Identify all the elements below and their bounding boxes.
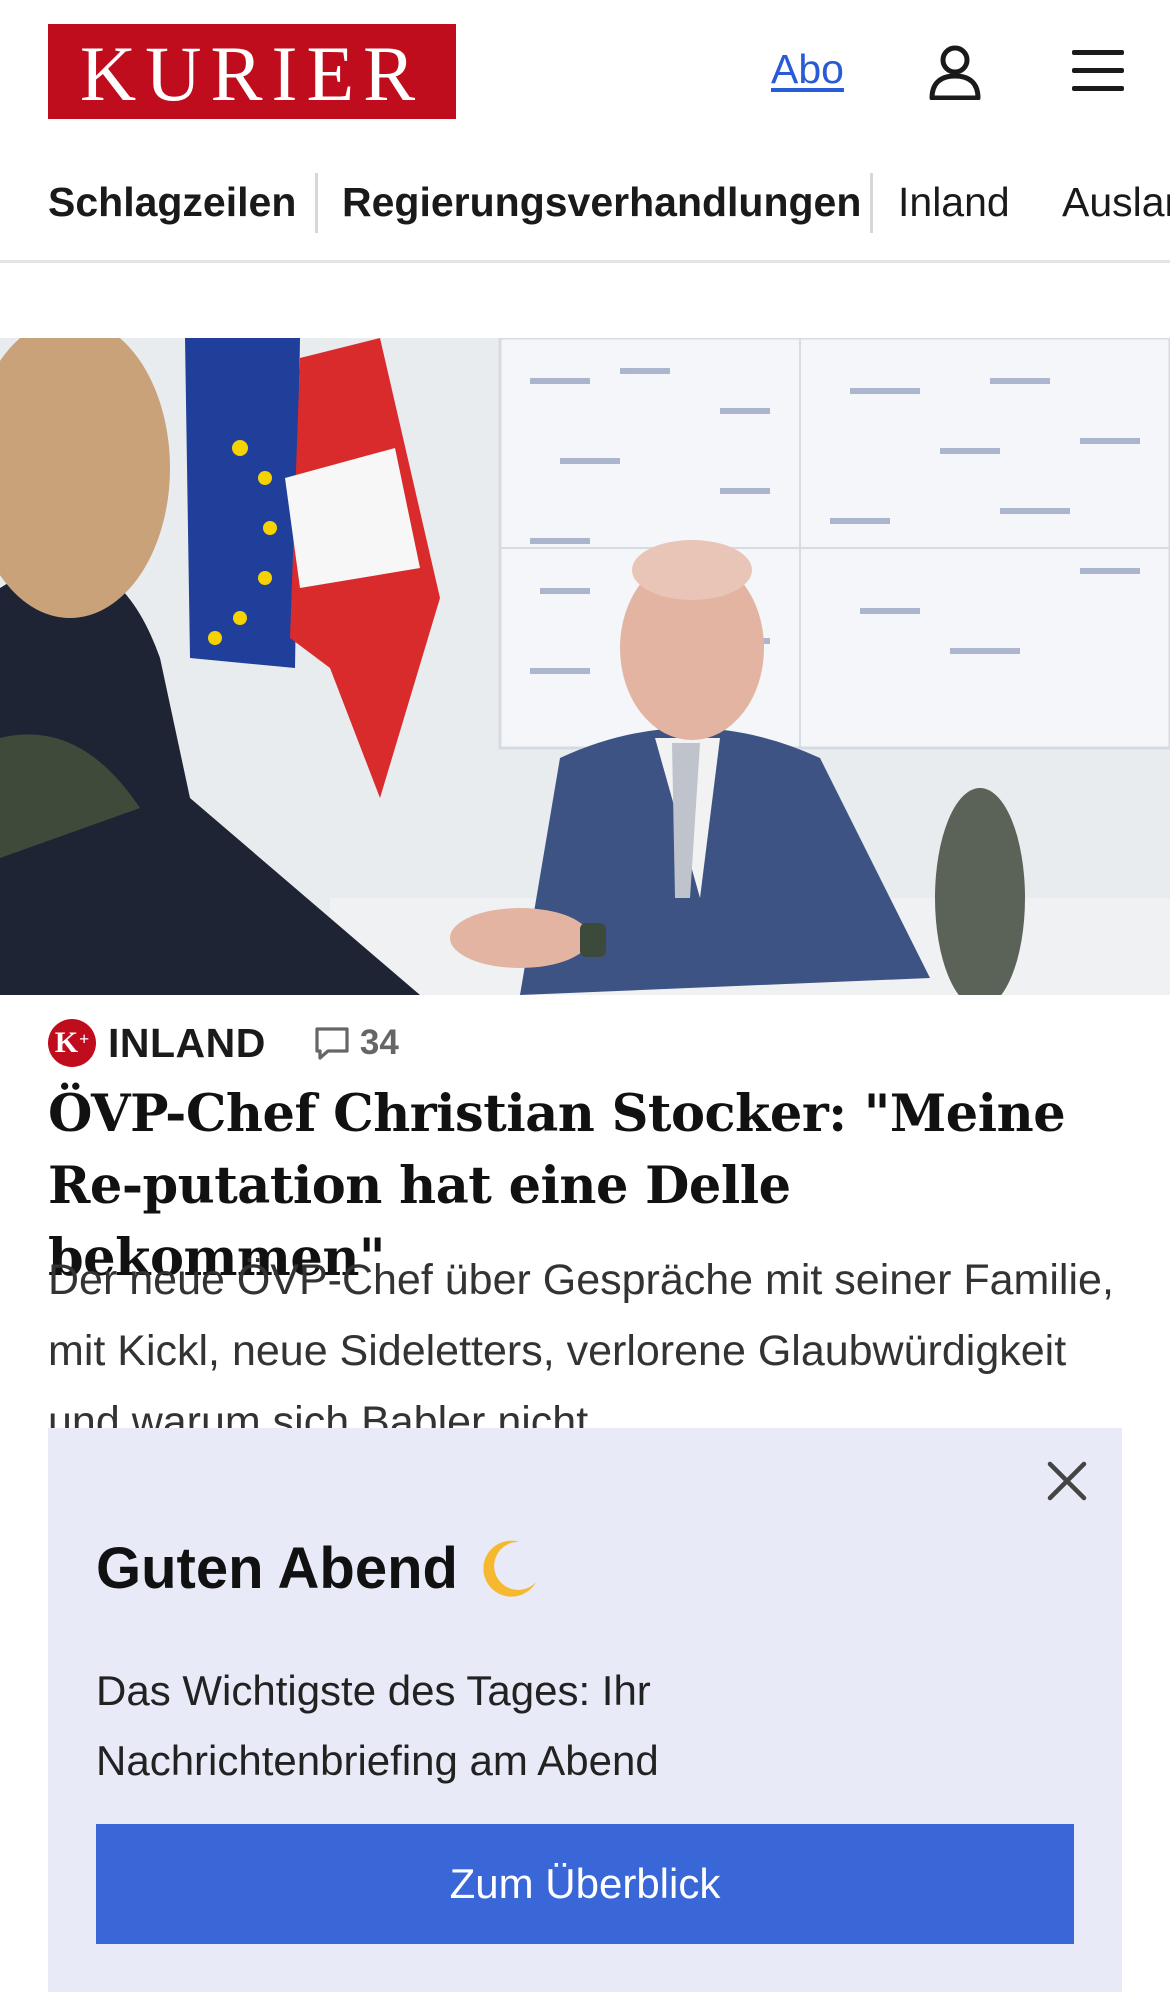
zum-ueberblick-button[interactable]: Zum Überblick xyxy=(96,1824,1074,1944)
article-hero-image[interactable] xyxy=(0,338,1170,995)
popup-text: Das Wichtigste des Tages: Ihr Nachrichte… xyxy=(96,1667,659,1784)
kurier-logo[interactable]: KURIER xyxy=(48,24,456,119)
nav-item-regierungsverhandlungen[interactable]: Regierungsverhandlungen xyxy=(342,179,861,226)
nav-item-inland[interactable]: Inland xyxy=(898,179,1010,226)
nav-divider xyxy=(315,173,318,233)
article-meta: K + INLAND 34 xyxy=(48,1018,399,1068)
nav-item-ausland[interactable]: Ausland xyxy=(1062,179,1170,226)
crescent-moon-icon xyxy=(483,1540,536,1597)
popup-title: Guten Abend xyxy=(96,1535,542,1602)
close-icon[interactable] xyxy=(1044,1458,1090,1504)
site-header: KURIER Abo xyxy=(0,0,1170,145)
article-teaser: Der neue ÖVP-Chef über Gespräche mit sei… xyxy=(48,1256,1114,1446)
abo-link[interactable]: Abo xyxy=(771,46,844,93)
user-icon[interactable] xyxy=(928,44,982,100)
nav-item-schlagzeilen[interactable]: Schlagzeilen xyxy=(48,179,296,226)
comment-count: 34 xyxy=(359,1023,399,1062)
article-category[interactable]: INLAND xyxy=(108,1020,266,1067)
nav-divider xyxy=(870,173,873,233)
kurier-plus-badge: K + xyxy=(48,1019,96,1067)
comment-icon xyxy=(315,1027,349,1060)
comments-link[interactable]: 34 xyxy=(312,1023,399,1063)
section-nav: Schlagzeilen Regierungsverhandlungen Inl… xyxy=(0,165,1170,263)
menu-icon[interactable] xyxy=(1072,50,1124,92)
